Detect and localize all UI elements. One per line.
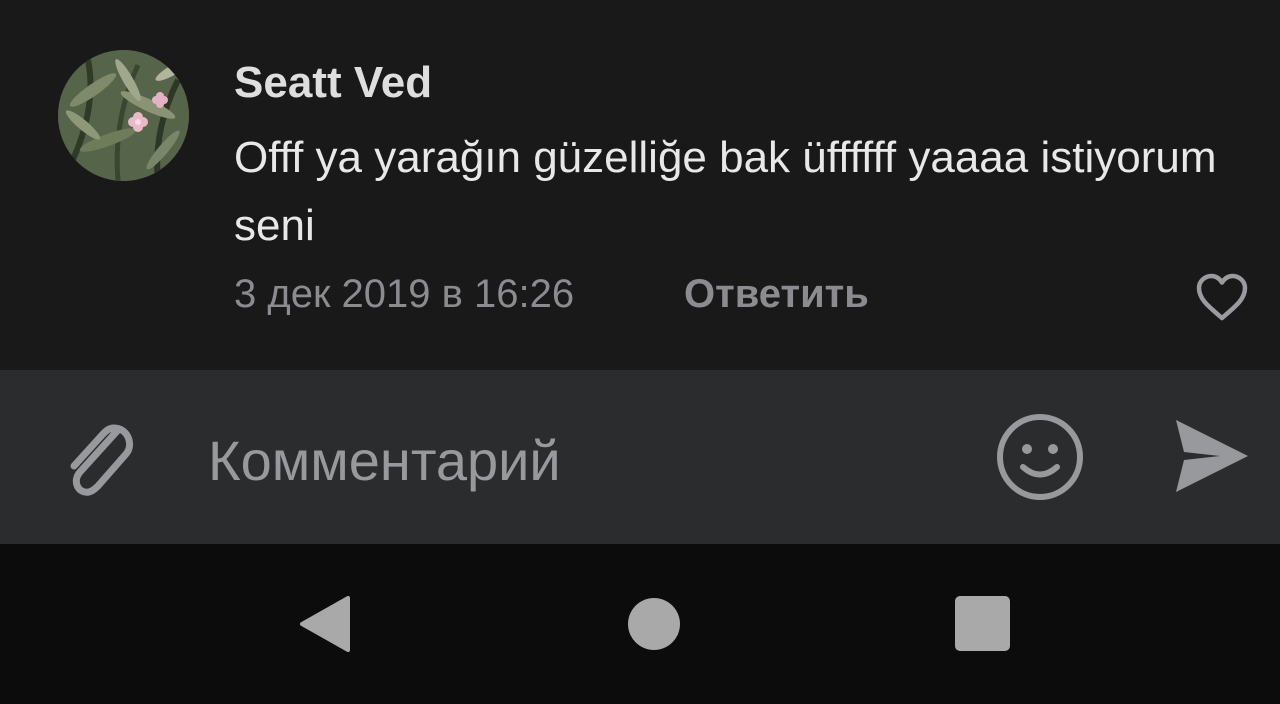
comment-input[interactable] <box>208 422 968 498</box>
system-navigation-bar <box>0 544 1280 704</box>
send-button[interactable] <box>1170 416 1250 496</box>
triangle-back-icon <box>300 596 350 652</box>
emoji-button[interactable] <box>995 412 1085 502</box>
nav-back-button[interactable] <box>298 594 352 654</box>
heart-outline-icon <box>1196 273 1248 321</box>
comment-author[interactable]: Seatt Ved <box>234 58 432 108</box>
square-recents-icon[interactable] <box>955 596 1010 651</box>
paperclip-icon <box>70 424 133 496</box>
comment-item: Seatt Ved Offf ya yarağın güzelliğe bak … <box>0 0 1280 370</box>
attach-button[interactable] <box>60 412 146 502</box>
circle-home-icon[interactable] <box>628 598 680 650</box>
reply-button[interactable]: Ответить <box>684 272 869 317</box>
send-arrow-icon <box>1176 420 1248 492</box>
avatar[interactable] <box>58 50 189 181</box>
like-button[interactable] <box>1194 272 1250 324</box>
comment-timestamp: 3 дек 2019 в 16:26 <box>234 272 575 316</box>
avatar-photo <box>58 50 189 181</box>
comment-composer <box>0 370 1280 544</box>
smiley-icon <box>997 414 1083 500</box>
comment-text: Offf ya yarağın güzelliğe bak üffffff ya… <box>234 133 1217 250</box>
